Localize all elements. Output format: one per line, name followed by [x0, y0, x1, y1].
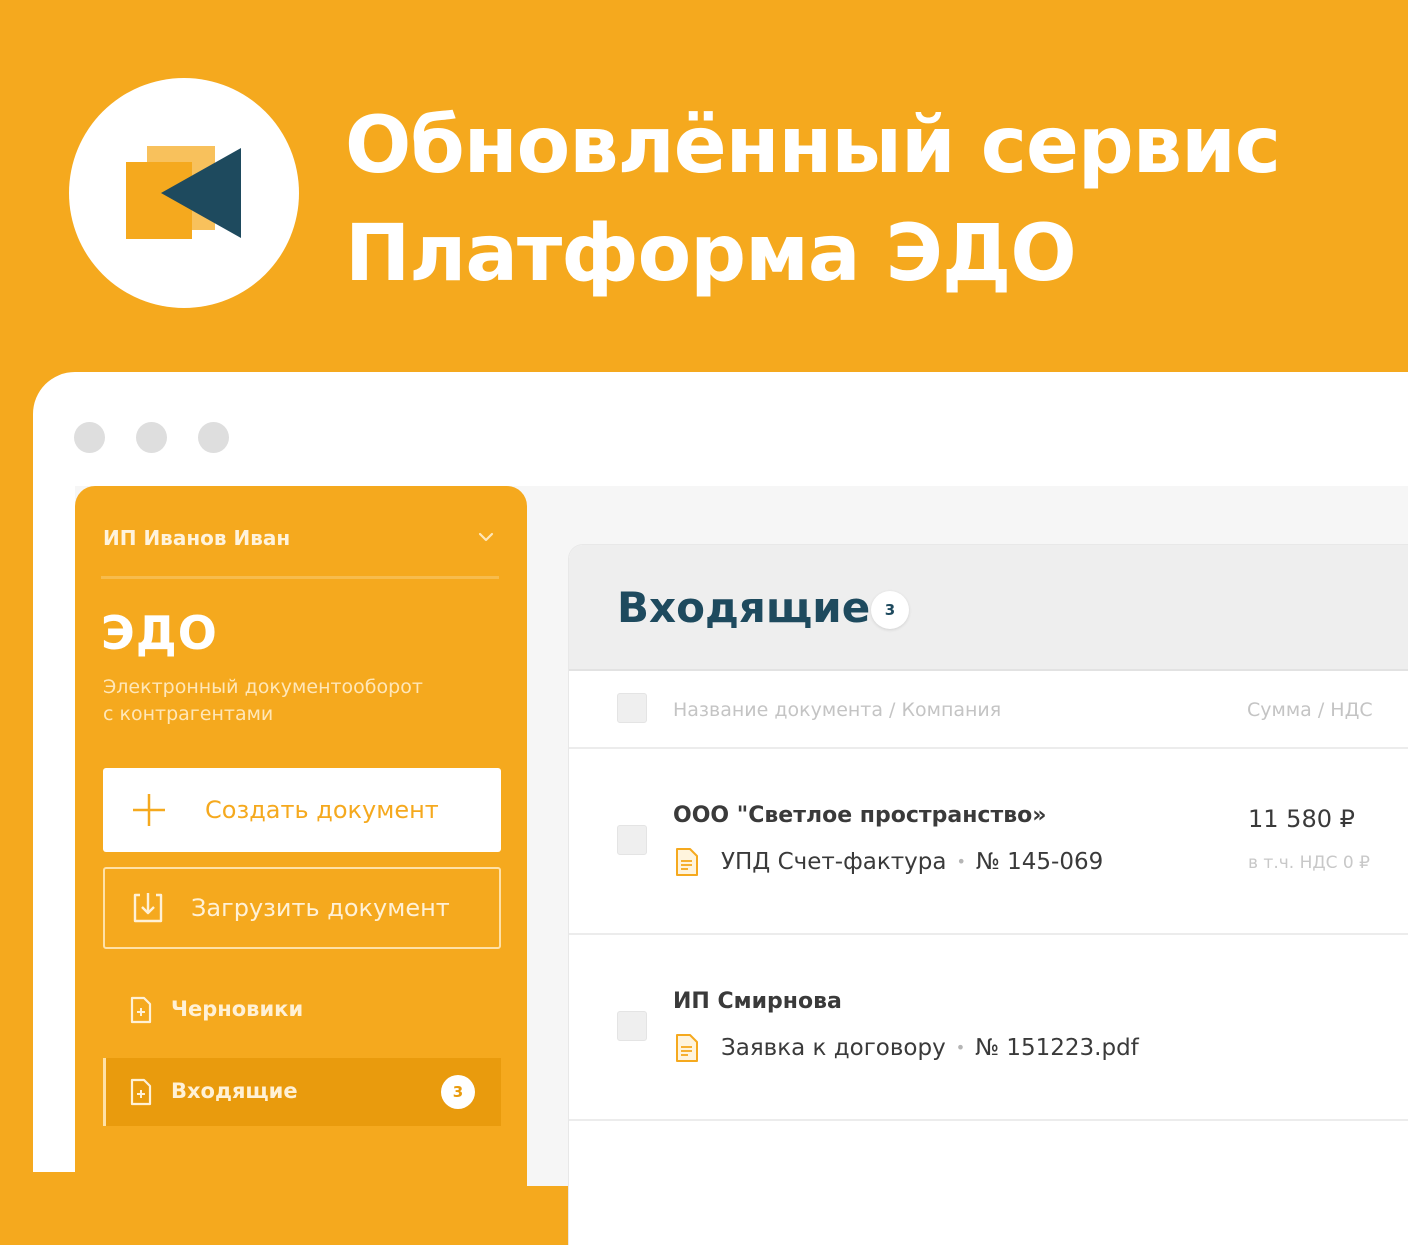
- row-checkbox[interactable]: [617, 1011, 647, 1041]
- sidebar-divider: [101, 576, 499, 579]
- sidebar-item-drafts[interactable]: Черновики: [103, 976, 501, 1044]
- logo: [69, 78, 299, 308]
- sidebar-item-inbox[interactable]: Входящие 3: [103, 1058, 501, 1126]
- page-title: Входящие: [617, 583, 871, 632]
- app-window: ИП Иванов Иван ЭДО Электронный документо…: [33, 372, 1408, 1245]
- document-icon: [676, 1034, 698, 1062]
- document-type: УПД Счет-фактура: [721, 849, 947, 875]
- table-row[interactable]: ИП Смирнова Заявка к договору • № 151223.p…: [569, 935, 1408, 1121]
- plus-icon: [133, 794, 165, 826]
- chevron-down-icon[interactable]: [475, 526, 497, 548]
- document-number: № 145-069: [975, 849, 1104, 875]
- document-number: № 151223.pdf: [975, 1035, 1139, 1061]
- document-info: Заявка к договору • № 151223.pdf: [721, 1035, 1139, 1061]
- inbox-panel: Входящие 3 Название документа / Компания…: [569, 545, 1408, 1245]
- count-badge: 3: [871, 591, 909, 629]
- row-checkbox[interactable]: [617, 825, 647, 855]
- document-icon: [130, 1078, 152, 1106]
- brand-description: Электронный документооборот с контрагент…: [103, 674, 503, 728]
- banner-title-line1: Обновлённый сервис: [345, 101, 1281, 191]
- document-type: Заявка к договору: [721, 1035, 946, 1061]
- document-icon: [676, 848, 698, 876]
- brand-description-line1: Электронный документооборот: [103, 676, 423, 698]
- brand-description-line2: с контрагентами: [103, 703, 274, 725]
- window-dot-minimize[interactable]: [136, 422, 167, 453]
- table-header: Название документа / Компания Сумма / НД…: [569, 671, 1408, 749]
- organization-name[interactable]: ИП Иванов Иван: [103, 526, 290, 550]
- edo-logo-icon: [126, 146, 241, 239]
- sidebar-item-label: Черновики: [171, 997, 304, 1021]
- select-all-checkbox[interactable]: [617, 693, 647, 723]
- document-info: УПД Счет-фактура • № 145-069: [721, 849, 1103, 875]
- separator-dot: •: [956, 852, 966, 871]
- column-header-sum[interactable]: Сумма / НДС: [1247, 699, 1373, 721]
- document-vat: в т.ч. НДС 0 ₽: [1248, 853, 1370, 873]
- create-document-label: Создать документ: [205, 796, 439, 824]
- separator-dot: •: [955, 1038, 966, 1057]
- banner-title: Обновлённый сервис Платформа ЭДО: [345, 92, 1281, 308]
- upload-document-label: Загрузить документ: [191, 894, 450, 922]
- company-name: ИП Смирнова: [673, 989, 842, 1014]
- panel-header: Входящие 3: [569, 545, 1408, 671]
- count-badge: 3: [441, 1075, 475, 1109]
- window-dot-maximize[interactable]: [198, 422, 229, 453]
- document-amount: 11 580 ₽: [1248, 805, 1355, 833]
- table-row[interactable]: ООО "Светлое пространство» УПД Счет-факт…: [569, 749, 1408, 935]
- window-dot-close[interactable]: [74, 422, 105, 453]
- document-icon: [130, 996, 152, 1024]
- upload-icon: [133, 893, 163, 923]
- sidebar-item-label: Входящие: [171, 1079, 298, 1103]
- sidebar: ИП Иванов Иван ЭДО Электронный документо…: [75, 486, 527, 1186]
- upload-document-button[interactable]: Загрузить документ: [103, 867, 501, 949]
- company-name: ООО "Светлое пространство»: [673, 803, 1047, 828]
- banner-title-line2: Платформа ЭДО: [345, 209, 1077, 299]
- column-header-name[interactable]: Название документа / Компания: [673, 699, 1001, 721]
- create-document-button[interactable]: Создать документ: [103, 768, 501, 852]
- brand-title: ЭДО: [101, 606, 218, 660]
